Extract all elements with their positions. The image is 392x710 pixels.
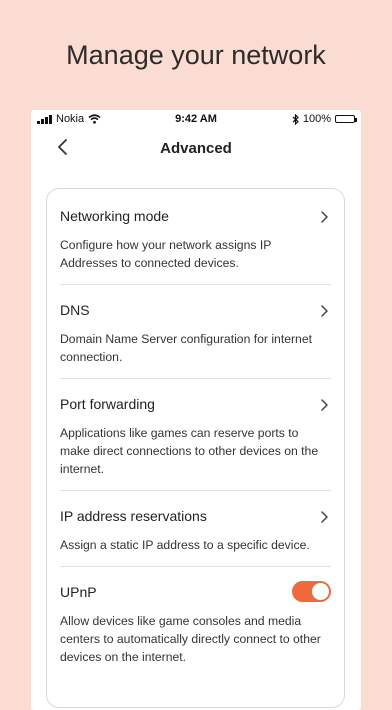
chevron-right-icon [321, 305, 328, 317]
setting-ip-reservations[interactable]: IP address reservations Assign a static … [60, 507, 331, 554]
setting-networking-mode[interactable]: Networking mode Configure how your netwo… [60, 207, 331, 272]
setting-description: Assign a static IP address to a specific… [60, 538, 310, 552]
setting-upnp: UPnP Allow devices like game consoles an… [60, 581, 331, 666]
toggle-knob [312, 583, 329, 600]
setting-description: Configure how your network assigns IP Ad… [60, 238, 272, 270]
setting-title: IP address reservations [60, 508, 207, 524]
battery-percent: 100% [302, 113, 331, 125]
chevron-right-icon [321, 399, 328, 411]
divider [60, 566, 331, 567]
divider [60, 490, 331, 491]
status-bar: Nokia 9:42 AM 100% [31, 110, 361, 130]
chevron-right-icon [321, 511, 328, 523]
setting-title: DNS [60, 302, 90, 318]
nav-bar: Advanced [31, 136, 361, 160]
status-right: 100% [292, 113, 357, 125]
divider [60, 284, 331, 285]
marketing-headline: Manage your network [66, 40, 326, 70]
setting-port-forwarding[interactable]: Port forwarding Applications like games … [60, 395, 331, 478]
upnp-toggle[interactable] [292, 581, 331, 602]
battery-icon [335, 115, 357, 123]
settings-card: Networking mode Configure how your netwo… [46, 188, 345, 708]
divider [60, 378, 331, 379]
setting-description: Allow devices like game consoles and med… [60, 614, 321, 664]
bluetooth-icon [292, 113, 299, 125]
chevron-right-icon [321, 211, 328, 223]
setting-title: UPnP [60, 584, 97, 600]
phone-screen: Nokia 9:42 AM 100% Advanced Networking m… [31, 110, 361, 710]
setting-title: Networking mode [60, 208, 169, 224]
setting-title: Port forwarding [60, 396, 155, 412]
setting-description: Domain Name Server configuration for int… [60, 332, 312, 364]
setting-description: Applications like games can reserve port… [60, 426, 319, 476]
setting-dns[interactable]: DNS Domain Name Server configuration for… [60, 301, 331, 366]
page-title: Advanced [160, 140, 232, 157]
